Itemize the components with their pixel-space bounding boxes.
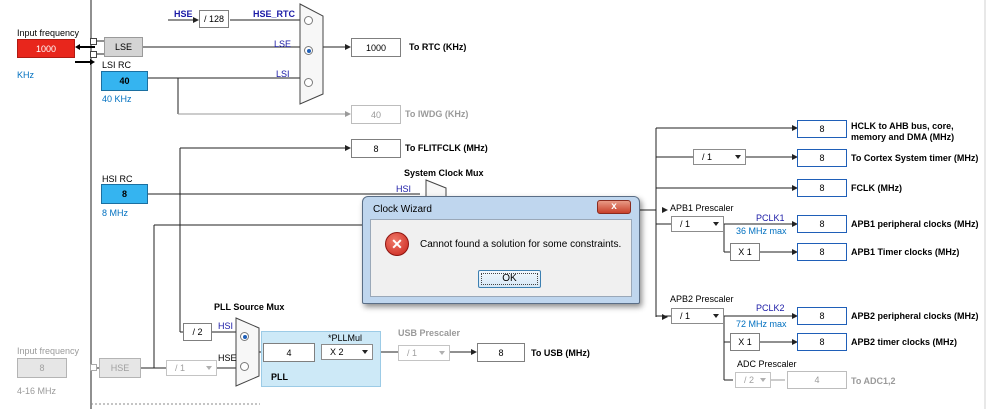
rtc-output-value: 1000 — [351, 38, 401, 57]
flitf-output-value: 8 — [351, 139, 401, 158]
hclk-output-value: 8 — [797, 120, 847, 138]
pll-mul-label: *PLLMul — [328, 333, 363, 343]
rtc-mux-lsi-radio[interactable] — [304, 78, 313, 87]
hse-input-frequency-label: Input frequency — [17, 346, 80, 356]
fclk-output-value: 8 — [797, 179, 847, 197]
fclk-output-label: FCLK (MHz) — [851, 183, 902, 193]
apb2-timer-multiplier: X 1 — [730, 333, 760, 351]
hse-rtc-label: HSE_RTC — [253, 9, 296, 19]
clock-configuration-canvas: HSE / 128 HSE_RTC Input frequency 1000 K… — [0, 0, 999, 409]
lse-input-frequency-field[interactable]: 1000 — [17, 39, 75, 58]
pll-mul-value: X 2 — [330, 347, 344, 357]
pll-source-hse-label: HSE — [218, 353, 237, 363]
apb1-max-label: 36 MHz max — [736, 226, 787, 236]
hclk-output-label: HCLK to AHB bus, core, memory and DMA (M… — [851, 121, 955, 142]
pll-source-hse-radio[interactable] — [240, 362, 249, 371]
pll-mul-select[interactable]: X 2 — [321, 344, 373, 360]
iwdg-output-label: To IWDG (KHz) — [405, 109, 469, 119]
lsi-rc-source: 40 — [101, 71, 148, 91]
system-clock-mux-hsi-label: HSI — [396, 184, 412, 194]
pll-source-hsi-radio[interactable] — [240, 332, 249, 341]
apb2-prescaler-select[interactable]: / 1 — [671, 308, 724, 324]
lse-source-box: LSE — [104, 37, 143, 57]
lsi-rc-title: LSI RC — [102, 60, 132, 70]
lse-input-unit: KHz — [17, 70, 35, 80]
lsi-frequency: 40 KHz — [102, 94, 132, 104]
chevron-down-icon — [735, 155, 741, 159]
apb1-timer-output-value: 8 — [797, 243, 847, 261]
adc-output-value: 4 — [787, 371, 847, 389]
apb1-peripheral-output-label: APB1 peripheral clocks (MHz) — [851, 219, 979, 229]
apb2-timer-output-value: 8 — [797, 333, 847, 351]
rtc-mux-lse-label: LSE — [274, 39, 292, 49]
chevron-down-icon — [362, 350, 368, 354]
ok-button[interactable]: OK — [478, 270, 541, 288]
apb1-prescaler-select[interactable]: / 1 — [671, 216, 724, 232]
error-icon: ✕ — [385, 232, 409, 256]
hse-input-range: 4-16 MHz — [17, 386, 57, 396]
apb2-max-label: 72 MHz max — [736, 319, 787, 329]
pll-source-mux-title: PLL Source Mux — [214, 302, 285, 312]
chevron-down-icon — [760, 378, 766, 382]
apb1-timer-output-label: APB1 Timer clocks (MHz) — [851, 247, 960, 257]
usb-prescaler-title: USB Prescaler — [398, 328, 461, 338]
hse-prediv-select[interactable]: / 1 — [166, 360, 217, 376]
cortex-timer-divider-value: / 1 — [702, 152, 713, 162]
iwdg-output-value: 40 — [351, 105, 401, 124]
adc-prescaler-value: / 2 — [744, 375, 755, 385]
apb2-timer-output-label: APB2 timer clocks (MHz) — [851, 337, 958, 347]
hse-pin-icon — [90, 364, 97, 371]
dialog-body: ✕ Cannot found a solution for some const… — [370, 219, 632, 297]
adc-prescaler-title: ADC Prescaler — [737, 359, 797, 369]
lse-input-frequency-label: Input frequency — [17, 28, 80, 38]
rtc-output-label: To RTC (KHz) — [409, 42, 467, 52]
rtc-mux-hse-radio[interactable] — [304, 16, 313, 25]
pll-hsi-divider: / 2 — [183, 323, 212, 341]
clock-wizard-dialog: Clock Wizard x ✕ Cannot found a solution… — [362, 196, 640, 304]
pll-label: PLL — [271, 372, 288, 382]
flitf-output-label: To FLITFCLK (MHz) — [405, 143, 488, 153]
close-icon[interactable]: x — [597, 200, 631, 214]
pclk2-label: PCLK2 — [756, 303, 785, 313]
cortex-timer-output-value: 8 — [797, 149, 847, 167]
chevron-down-icon — [713, 314, 719, 318]
hse-rtc-source-label: HSE — [174, 9, 193, 19]
cortex-timer-output-label: To Cortex System timer (MHz) — [851, 153, 979, 163]
usb-output-value: 8 — [477, 343, 525, 362]
usb-output-label: To USB (MHz) — [531, 348, 590, 358]
adc-prescaler-select[interactable]: / 2 — [735, 372, 771, 388]
apb1-prescaler-title: APB1 Prescaler — [670, 203, 734, 213]
hsi-rc-source: 8 — [101, 184, 148, 204]
dialog-title: Clock Wizard — [373, 204, 432, 215]
pll-source-hsi-label: HSI — [218, 321, 234, 331]
adc-output-label: To ADC1,2 — [851, 376, 896, 386]
lse-pin-icon — [90, 38, 97, 45]
rtc-mux-lse-radio[interactable] — [304, 46, 313, 55]
apb2-peripheral-output-value: 8 — [797, 307, 847, 325]
apb1-timer-multiplier: X 1 — [730, 243, 760, 261]
rtc-mux-lsi-label: LSI — [276, 69, 290, 79]
hsi-frequency: 8 MHz — [102, 208, 129, 218]
apb2-peripheral-output-label: APB2 peripheral clocks (MHz) — [851, 311, 979, 321]
pll-input-value: 4 — [263, 343, 315, 362]
system-clock-mux-title: System Clock Mux — [404, 168, 484, 178]
chevron-down-icon — [206, 366, 212, 370]
apb2-prescaler-value: / 1 — [680, 311, 691, 321]
cortex-timer-divider-select[interactable]: / 1 — [693, 149, 746, 165]
lse-pin-icon — [90, 51, 97, 58]
usb-prescaler-select[interactable]: / 1 — [398, 345, 450, 361]
chevron-down-icon — [439, 351, 445, 355]
hse-rtc-divider: / 128 — [199, 10, 229, 28]
pclk1-label: PCLK1 — [756, 213, 785, 223]
chevron-down-icon — [713, 222, 719, 226]
usb-prescaler-value: / 1 — [407, 348, 418, 358]
apb2-prescaler-title: APB2 Prescaler — [670, 294, 734, 304]
dialog-message: Cannot found a solution for some constra… — [420, 239, 622, 250]
hse-source-box: HSE — [99, 358, 141, 378]
hse-input-frequency-field[interactable]: 8 — [17, 358, 67, 378]
apb1-peripheral-output-value: 8 — [797, 215, 847, 233]
hse-prediv-value: / 1 — [175, 363, 186, 373]
apb1-prescaler-value: / 1 — [680, 219, 691, 229]
